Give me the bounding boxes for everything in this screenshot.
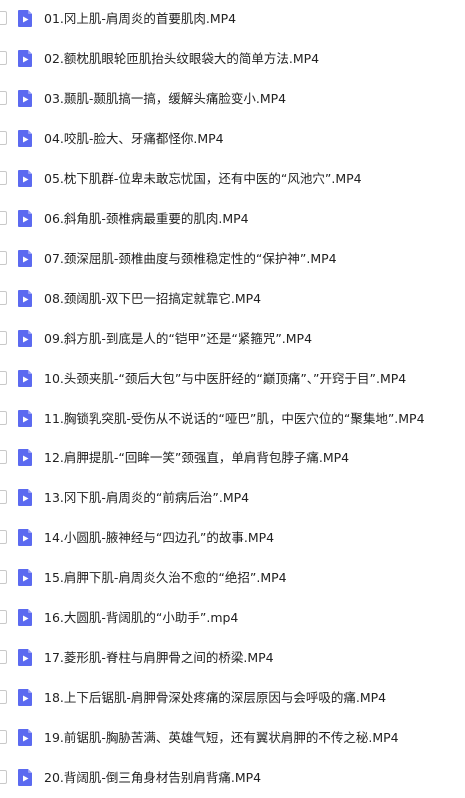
video-file-icon [16, 608, 35, 627]
video-file-icon [16, 648, 35, 667]
file-row[interactable]: 15.肩胛下肌-肩周炎久治不愈的“绝招”.MP4 [0, 558, 465, 598]
file-name: 05.枕下肌群-位卑未敢忘忧国，还有中医的“风池穴”.MP4 [44, 170, 362, 186]
video-file-icon [16, 129, 35, 148]
file-row[interactable]: 02.额枕肌眼轮匝肌抬头纹眼袋大的简单方法.MP4 [0, 39, 465, 79]
row-checkbox[interactable] [0, 490, 7, 505]
video-file-icon [16, 688, 35, 707]
video-file-icon [16, 568, 35, 587]
file-row[interactable]: 03.颞肌-颞肌搞一搞，缓解头痛脸变小.MP4 [0, 79, 465, 119]
video-file-icon [16, 249, 35, 268]
file-row[interactable]: 04.咬肌-脸大、牙痛都怪你.MP4 [0, 119, 465, 159]
row-checkbox[interactable] [0, 370, 7, 385]
row-checkbox[interactable] [0, 210, 7, 225]
row-checkbox[interactable] [0, 530, 7, 545]
file-name: 02.额枕肌眼轮匝肌抬头纹眼袋大的简单方法.MP4 [44, 50, 320, 66]
file-row[interactable]: 08.颈阔肌-双下巴一招搞定就靠它.MP4 [0, 279, 465, 319]
file-name: 08.颈阔肌-双下巴一招搞定就靠它.MP4 [44, 290, 262, 306]
row-checkbox[interactable] [0, 170, 7, 185]
row-checkbox[interactable] [0, 11, 7, 25]
video-file-icon [16, 409, 35, 428]
row-checkbox[interactable] [0, 290, 7, 305]
video-file-icon [16, 448, 35, 467]
video-file-icon [16, 728, 35, 747]
row-checkbox[interactable] [0, 50, 7, 65]
row-checkbox[interactable] [0, 250, 7, 265]
file-name: 18.上下后锯肌-肩胛骨深处疼痛的深层原因与会呼吸的痛.MP4 [44, 690, 387, 706]
file-name: 15.肩胛下肌-肩周炎久治不愈的“绝招”.MP4 [44, 570, 287, 586]
row-checkbox[interactable] [0, 410, 7, 425]
file-row[interactable]: 09.斜方肌-到底是人的“铠甲”还是“紧箍咒”.MP4 [0, 319, 465, 359]
file-row[interactable]: 07.颈深屈肌-颈椎曲度与颈椎稳定性的“保护神”.MP4 [0, 239, 465, 279]
file-name: 17.菱形肌-脊柱与肩胛骨之间的桥梁.MP4 [44, 650, 274, 666]
file-row[interactable]: 17.菱形肌-脊柱与肩胛骨之间的桥梁.MP4 [0, 638, 465, 678]
video-file-icon [16, 209, 35, 228]
video-file-icon [16, 289, 35, 308]
file-name: 03.颞肌-颞肌搞一搞，缓解头痛脸变小.MP4 [44, 90, 287, 106]
video-file-icon [16, 49, 35, 68]
file-row[interactable]: 10.头颈夹肌-“颈后大包”与中医肝经的“巅顶痛”、”开窍于目”.MP4 [0, 359, 465, 399]
file-row[interactable]: 05.枕下肌群-位卑未敢忘忧国，还有中医的“风池穴”.MP4 [0, 159, 465, 199]
video-file-icon [16, 329, 35, 348]
file-name: 04.咬肌-脸大、牙痛都怪你.MP4 [44, 130, 224, 146]
file-name: 11.胸锁乳突肌-受伤从不说话的“哑巴”肌，中医穴位的“聚集地”.MP4 [44, 410, 425, 426]
file-name: 13.冈下肌-肩周炎的“前病后治”.MP4 [44, 490, 250, 506]
video-file-icon [16, 169, 35, 188]
file-row[interactable]: 11.胸锁乳突肌-受伤从不说话的“哑巴”肌，中医穴位的“聚集地”.MP4 [0, 399, 465, 439]
row-checkbox[interactable] [0, 330, 7, 345]
file-row[interactable]: 14.小圆肌-腋神经与“四边孔”的故事.MP4 [0, 518, 465, 558]
file-name: 06.斜角肌-颈椎病最重要的肌肉.MP4 [44, 210, 249, 226]
row-checkbox[interactable] [0, 610, 7, 625]
row-checkbox[interactable] [0, 90, 7, 105]
file-row[interactable]: 13.冈下肌-肩周炎的“前病后治”.MP4 [0, 478, 465, 518]
video-file-icon [16, 528, 35, 547]
file-row[interactable]: 16.大圆肌-背阔肌的“小助手”.mp4 [0, 598, 465, 638]
row-checkbox[interactable] [0, 650, 7, 665]
row-checkbox[interactable] [0, 450, 7, 465]
row-checkbox[interactable] [0, 730, 7, 745]
row-checkbox[interactable] [0, 770, 7, 785]
video-file-icon [16, 89, 35, 108]
video-file-icon [16, 9, 35, 28]
file-name: 10.头颈夹肌-“颈后大包”与中医肝经的“巅顶痛”、”开窍于目”.MP4 [44, 370, 407, 386]
row-checkbox[interactable] [0, 690, 7, 705]
file-row[interactable]: 18.上下后锯肌-肩胛骨深处疼痛的深层原因与会呼吸的痛.MP4 [0, 678, 465, 718]
video-file-icon [16, 369, 35, 388]
file-row[interactable]: 12.肩胛提肌-“回眸一笑”颈强直，单肩背包脖子痛.MP4 [0, 438, 465, 478]
row-checkbox[interactable] [0, 130, 7, 145]
file-row[interactable]: 20.背阔肌-倒三角身材告别肩背痛.MP4 [0, 758, 465, 798]
file-name: 14.小圆肌-腋神经与“四边孔”的故事.MP4 [44, 530, 275, 546]
file-name: 20.背阔肌-倒三角身材告别肩背痛.MP4 [44, 770, 262, 786]
file-row[interactable]: 06.斜角肌-颈椎病最重要的肌肉.MP4 [0, 199, 465, 239]
row-checkbox[interactable] [0, 570, 7, 585]
file-name: 07.颈深屈肌-颈椎曲度与颈椎稳定性的“保护神”.MP4 [44, 250, 337, 266]
file-name: 19.前锯肌-胸胁苦满、英雄气短，还有翼状肩胛的不传之秘.MP4 [44, 730, 399, 746]
file-name: 16.大圆肌-背阔肌的“小助手”.mp4 [44, 610, 239, 626]
file-name: 12.肩胛提肌-“回眸一笑”颈强直，单肩背包脖子痛.MP4 [44, 450, 350, 466]
file-name: 01.冈上肌-肩周炎的首要肌肉.MP4 [44, 11, 237, 26]
file-row[interactable]: 19.前锯肌-胸胁苦满、英雄气短，还有翼状肩胛的不传之秘.MP4 [0, 718, 465, 758]
file-row[interactable]: 01.冈上肌-肩周炎的首要肌肉.MP4 [0, 0, 465, 39]
video-file-icon [16, 488, 35, 507]
file-name: 09.斜方肌-到底是人的“铠甲”还是“紧箍咒”.MP4 [44, 330, 313, 346]
video-file-icon [16, 768, 35, 787]
